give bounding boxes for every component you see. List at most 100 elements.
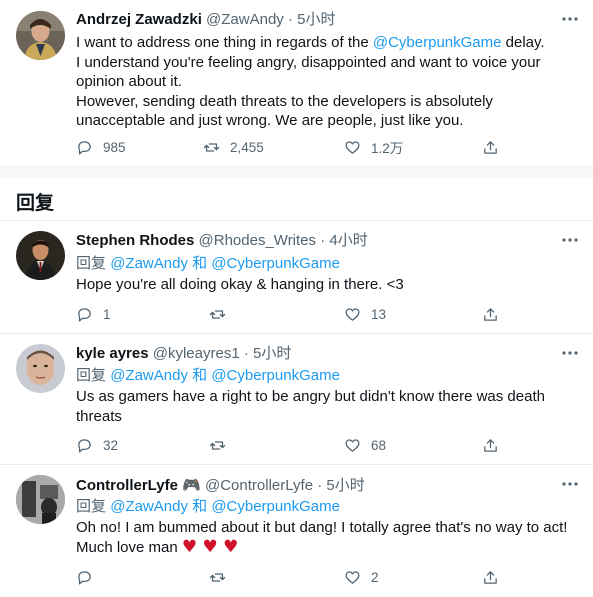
tweet-header: Stephen Rhodes @Rhodes_Writes · 4小时 <box>76 231 368 251</box>
avatar[interactable] <box>16 344 65 393</box>
heart-icon <box>345 570 360 584</box>
tweet-text: Us as gamers have a right to be angry bu… <box>76 388 545 425</box>
author-handle[interactable]: @Rhodes_Writes <box>199 232 317 249</box>
like-count: 1.2万 <box>371 141 404 156</box>
retweet-icon <box>209 309 226 319</box>
reply-icon <box>78 438 91 453</box>
heart-icon <box>345 438 360 452</box>
more-options-icon[interactable] <box>561 475 579 496</box>
mention-link[interactable]: @CyberpunkGame <box>373 34 502 51</box>
reply-icon <box>78 307 91 322</box>
reply-prefix: 回复 <box>76 498 107 515</box>
retweet-button[interactable] <box>209 435 236 455</box>
share-button[interactable] <box>482 304 509 324</box>
like-count: 68 <box>371 437 387 453</box>
retweet-button[interactable] <box>209 567 236 587</box>
heart-icon <box>345 307 360 321</box>
reply-prefix: 回复 <box>76 367 107 384</box>
action-bar: 2 <box>76 567 516 587</box>
tweet-text-part: I want to address one thing in regards o… <box>76 34 373 51</box>
mention-link[interactable]: @CyberpunkGame <box>211 367 340 384</box>
gamepad-emoji-icon: 🎮 <box>182 476 201 494</box>
share-button[interactable] <box>482 435 509 455</box>
reply-context: 回复 @ZawAndy 和 @CyberpunkGame <box>76 254 340 274</box>
retweet-button[interactable]: 2,455 <box>203 137 264 157</box>
share-button[interactable] <box>482 567 509 587</box>
share-icon <box>484 438 497 452</box>
author-name[interactable]: kyle ayres <box>76 345 149 362</box>
action-bar: 1 13 <box>76 304 516 324</box>
retweet-icon <box>203 142 220 152</box>
timestamp[interactable]: · 4小时 <box>320 232 368 249</box>
mention-link[interactable]: @ZawAndy <box>110 255 188 272</box>
timestamp[interactable]: · 5小时 <box>288 11 336 28</box>
retweet-button[interactable] <box>209 304 236 324</box>
like-count: 13 <box>371 306 387 322</box>
more-options-icon[interactable] <box>561 231 579 252</box>
tweet-text-part: Oh no! I am bummed about it but dang! I … <box>76 519 568 556</box>
tweet-text-part: delay. <box>501 34 545 51</box>
tweet-text: I want to address one thing in regards o… <box>76 33 576 131</box>
retweet-count: 2,455 <box>230 139 264 155</box>
tweet-header: ControllerLyfe 🎮 @ControllerLyfe · 5小时 <box>76 475 365 496</box>
tweet-header: kyle ayres @kyleayres1 · 5小时 <box>76 344 291 364</box>
reply-tweet[interactable]: kyle ayres @kyleayres1 · 5小时 回复 @ZawAndy… <box>0 334 593 464</box>
like-button[interactable]: 1.2万 <box>344 137 403 157</box>
reply-prefix: 回复 <box>76 255 107 272</box>
reply-context: 回复 @ZawAndy 和 @CyberpunkGame <box>76 366 340 386</box>
share-icon <box>484 140 497 154</box>
reply-and: 和 <box>192 498 208 515</box>
like-button[interactable]: 13 <box>344 304 386 324</box>
reply-count: 985 <box>103 139 126 155</box>
section-separator <box>0 165 593 177</box>
reply-button[interactable] <box>76 567 103 587</box>
share-icon <box>484 570 497 584</box>
author-handle[interactable]: @ControllerLyfe <box>205 477 313 494</box>
reply-and: 和 <box>192 255 208 272</box>
share-button[interactable] <box>482 137 509 157</box>
reply-count: 32 <box>103 437 119 453</box>
tweet-text: Hope you're all doing okay & hanging in … <box>76 276 404 293</box>
like-button[interactable]: 68 <box>344 435 386 455</box>
reply-button[interactable]: 32 <box>76 435 118 455</box>
action-bar: 32 68 <box>76 435 516 455</box>
author-handle[interactable]: @ZawAndy <box>206 11 284 28</box>
reply-tweet[interactable]: ControllerLyfe 🎮 @ControllerLyfe · 5小时 回… <box>0 465 593 597</box>
avatar[interactable] <box>16 231 65 280</box>
mention-link[interactable]: @ZawAndy <box>110 498 188 515</box>
reply-icon <box>78 140 91 155</box>
mention-link[interactable]: @ZawAndy <box>110 367 188 384</box>
reply-and: 和 <box>192 367 208 384</box>
reply-button[interactable]: 985 <box>76 137 126 157</box>
author-handle[interactable]: @kyleayres1 <box>153 345 240 362</box>
like-button[interactable]: 2 <box>344 567 379 587</box>
main-tweet[interactable]: Andrzej Zawadzki @ZawAndy · 5小时 I want t… <box>0 0 593 165</box>
reply-tweet[interactable]: Stephen Rhodes @Rhodes_Writes · 4小时 回复 @… <box>0 221 593 333</box>
mention-link[interactable]: @CyberpunkGame <box>211 498 340 515</box>
avatar[interactable] <box>16 475 65 524</box>
tweet-text-line: However, sending death threats to the de… <box>76 92 493 130</box>
mention-link[interactable]: @CyberpunkGame <box>211 255 340 272</box>
more-options-icon[interactable] <box>561 344 579 365</box>
like-count: 2 <box>371 569 379 585</box>
timestamp[interactable]: · 5小时 <box>244 345 292 362</box>
more-options-icon[interactable] <box>561 10 579 31</box>
reply-button[interactable]: 1 <box>76 304 111 324</box>
retweet-icon <box>209 440 226 450</box>
author-name[interactable]: ControllerLyfe <box>76 477 178 494</box>
action-bar: 985 2,455 1.2万 <box>76 137 516 157</box>
tweet-header: Andrzej Zawadzki @ZawAndy · 5小时 <box>76 10 335 30</box>
share-icon <box>484 307 497 321</box>
reply-context: 回复 @ZawAndy 和 @CyberpunkGame <box>76 497 340 517</box>
red-heart-emoji-icon: ♥ ♥ ♥ <box>181 536 239 557</box>
timestamp[interactable]: · 5小时 <box>317 477 365 494</box>
tweet-text-line: I understand you're feeling angry, disap… <box>76 53 541 91</box>
author-name[interactable]: Andrzej Zawadzki <box>76 11 202 28</box>
section-title: 回复 <box>16 193 55 214</box>
author-name[interactable]: Stephen Rhodes <box>76 232 194 249</box>
tweet-text: Oh no! I am bummed about it but dang! I … <box>76 518 576 557</box>
heart-icon <box>345 140 360 154</box>
reply-count: 1 <box>103 306 111 322</box>
reply-icon <box>78 570 91 585</box>
avatar[interactable] <box>16 11 65 60</box>
